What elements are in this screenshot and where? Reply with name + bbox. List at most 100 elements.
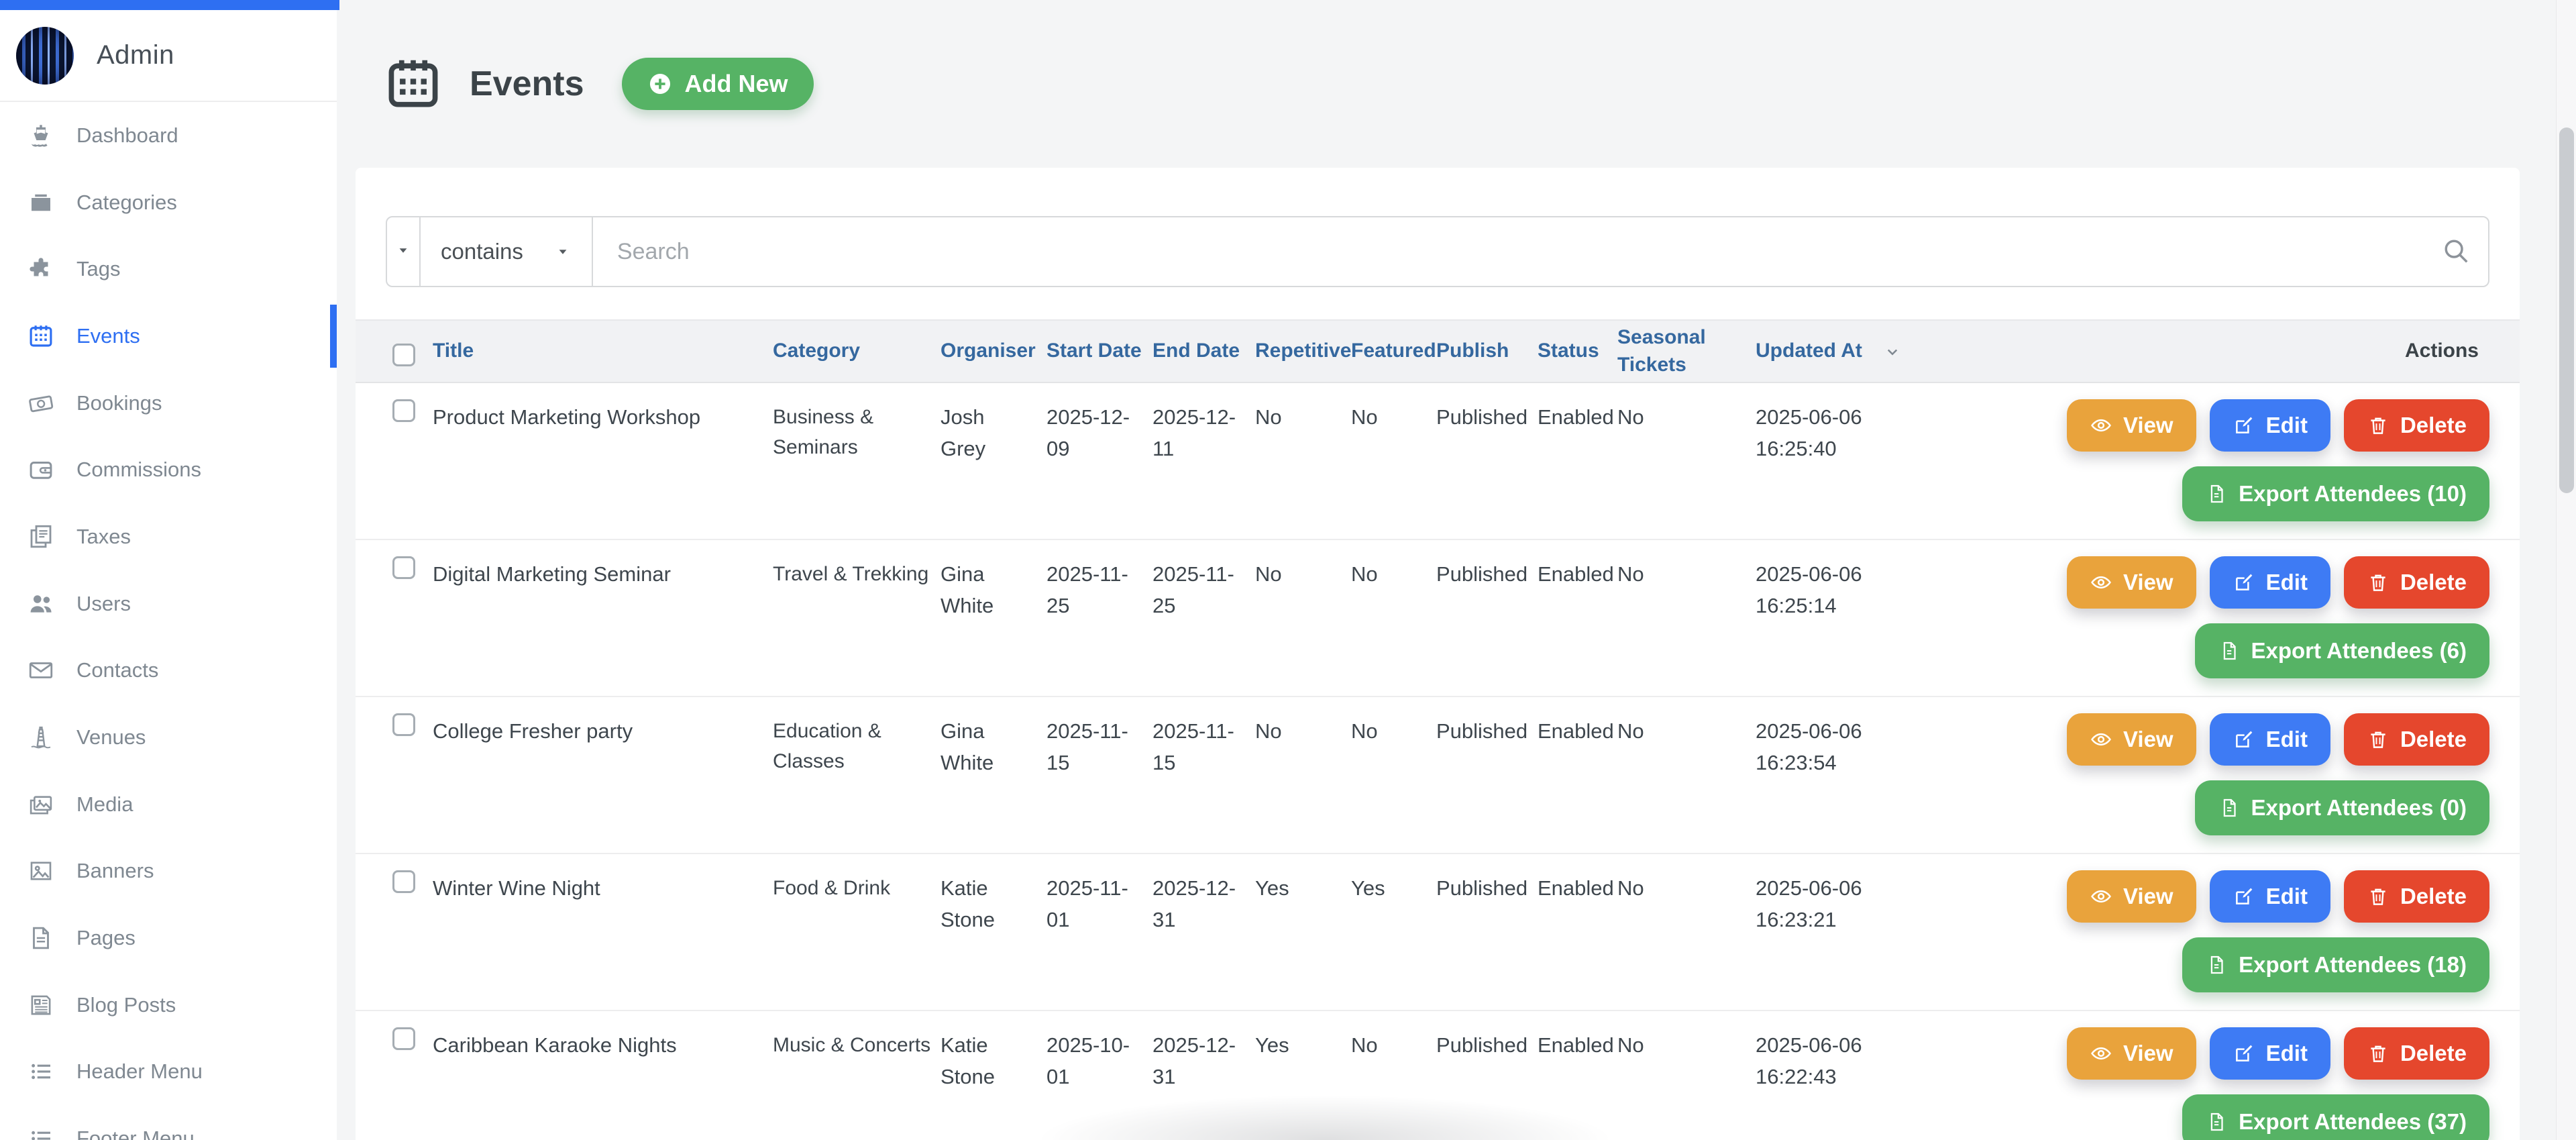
- cell-title: College Fresher party: [433, 697, 773, 747]
- row-checkbox[interactable]: [392, 556, 415, 579]
- edit-button[interactable]: Edit: [2210, 556, 2330, 609]
- cell-repetitive: No: [1255, 540, 1351, 590]
- file-export-icon: [2218, 639, 2241, 662]
- cell-featured: Yes: [1351, 854, 1436, 904]
- cell-updated-at: 2025-06-06 16:23:54: [1756, 697, 1923, 778]
- view-button[interactable]: View: [2067, 556, 2196, 609]
- col-status[interactable]: Status: [1538, 338, 1617, 365]
- sidebar-item-categories[interactable]: Categories: [0, 169, 337, 236]
- delete-button[interactable]: Delete: [2344, 1027, 2489, 1080]
- cell-actions: View Edit Delete: [1923, 1011, 2489, 1140]
- scrollbar-thumb[interactable]: [2559, 127, 2574, 493]
- edit-icon: [2233, 571, 2255, 594]
- view-button[interactable]: View: [2067, 870, 2196, 923]
- sidebar-item-media[interactable]: Media: [0, 771, 337, 838]
- sidebar-item-banners[interactable]: Banners: [0, 838, 337, 905]
- edit-button[interactable]: Edit: [2210, 870, 2330, 923]
- col-seasonal-tickets[interactable]: Seasonal Tickets: [1617, 324, 1756, 378]
- cell-seasonal-tickets: No: [1617, 854, 1756, 904]
- cell-organiser: Josh Grey: [941, 383, 1046, 464]
- trash-icon: [2367, 414, 2390, 437]
- filter-operator-select[interactable]: contains: [419, 217, 593, 286]
- view-button[interactable]: View: [2067, 713, 2196, 766]
- cell-featured: No: [1351, 697, 1436, 747]
- documents-icon: [25, 521, 56, 552]
- cell-updated-at: 2025-06-06 16:22:43: [1756, 1011, 1923, 1092]
- col-end-date[interactable]: End Date: [1152, 338, 1255, 365]
- view-button[interactable]: View: [2067, 1027, 2196, 1080]
- col-organiser[interactable]: Organiser: [941, 338, 1046, 365]
- sidebar-item-commissions[interactable]: Commissions: [0, 436, 337, 503]
- search-input[interactable]: [593, 239, 2424, 265]
- sidebar-nav: Dashboard Categories Tags Events Booking…: [0, 102, 337, 1140]
- view-button[interactable]: View: [2067, 399, 2196, 452]
- sidebar-item-tags[interactable]: Tags: [0, 236, 337, 303]
- page-icon: [25, 923, 56, 953]
- sidebar-item-contacts[interactable]: Contacts: [0, 637, 337, 705]
- ship-icon: [25, 120, 56, 151]
- avatar[interactable]: [16, 27, 74, 85]
- cell-end-date: 2025-11-15: [1152, 697, 1255, 778]
- list-icon: [25, 1056, 56, 1087]
- add-new-button[interactable]: Add New: [622, 58, 814, 110]
- scrollbar-track[interactable]: [2556, 0, 2576, 1140]
- col-start-date[interactable]: Start Date: [1046, 338, 1152, 365]
- row-checkbox[interactable]: [392, 713, 415, 736]
- edit-button[interactable]: Edit: [2210, 399, 2330, 452]
- sidebar-item-footer-menu[interactable]: Footer Menu: [0, 1105, 337, 1140]
- col-category[interactable]: Category: [773, 338, 941, 365]
- cell-actions: View Edit Delete: [1923, 383, 2489, 521]
- delete-button[interactable]: Delete: [2344, 399, 2489, 452]
- export-attendees-button[interactable]: Export Attendees (18): [2182, 937, 2489, 992]
- delete-button[interactable]: Delete: [2344, 713, 2489, 766]
- col-updated-at[interactable]: Updated At: [1756, 338, 1923, 365]
- export-attendees-button[interactable]: Export Attendees (37): [2182, 1094, 2489, 1140]
- col-title[interactable]: Title: [433, 338, 773, 365]
- cell-organiser: Gina White: [941, 540, 1046, 621]
- col-featured[interactable]: Featured: [1351, 338, 1436, 365]
- sidebar-item-venues[interactable]: Venues: [0, 704, 337, 771]
- col-publish[interactable]: Publish: [1436, 338, 1538, 365]
- export-attendees-button[interactable]: Export Attendees (6): [2195, 623, 2490, 678]
- row-checkbox[interactable]: [392, 399, 415, 422]
- newspaper-icon: [25, 990, 56, 1021]
- cell-category: Education & Classes: [773, 697, 941, 776]
- caret-down-icon: [394, 242, 412, 262]
- chevron-down-icon[interactable]: [1882, 342, 1902, 362]
- table-row: Caribbean Karaoke Nights Music & Concert…: [356, 1011, 2520, 1140]
- col-repetitive[interactable]: Repetitive: [1255, 338, 1351, 365]
- filter-field-select[interactable]: [387, 217, 419, 286]
- sidebar-item-dashboard[interactable]: Dashboard: [0, 102, 337, 169]
- photos-icon: [25, 789, 56, 820]
- table-row: College Fresher party Education & Classe…: [356, 697, 2520, 854]
- sidebar-item-header-menu[interactable]: Header Menu: [0, 1039, 337, 1106]
- sidebar-item-bookings[interactable]: Bookings: [0, 370, 337, 437]
- cell-organiser: Katie Stone: [941, 1011, 1046, 1092]
- sidebar-item-pages[interactable]: Pages: [0, 904, 337, 972]
- export-attendees-button[interactable]: Export Attendees (0): [2195, 780, 2490, 835]
- sidebar-item-blog-posts[interactable]: Blog Posts: [0, 972, 337, 1039]
- cell-title: Caribbean Karaoke Nights: [433, 1011, 773, 1061]
- edit-icon: [2233, 885, 2255, 908]
- cell-actions: View Edit Delete: [1923, 854, 2489, 992]
- cell-actions: View Edit Delete: [1923, 697, 2489, 835]
- search-button[interactable]: [2424, 217, 2488, 286]
- export-attendees-button[interactable]: Export Attendees (10): [2182, 466, 2489, 521]
- row-checkbox[interactable]: [392, 870, 415, 893]
- edit-button[interactable]: Edit: [2210, 713, 2330, 766]
- cell-updated-at: 2025-06-06 16:25:14: [1756, 540, 1923, 621]
- select-all-checkbox[interactable]: [392, 344, 415, 366]
- edit-button[interactable]: Edit: [2210, 1027, 2330, 1080]
- sidebar-item-events[interactable]: Events: [0, 303, 337, 370]
- cell-status: Enabled: [1538, 854, 1617, 904]
- row-checkbox[interactable]: [392, 1027, 415, 1050]
- cell-featured: No: [1351, 383, 1436, 433]
- sidebar-item-taxes[interactable]: Taxes: [0, 503, 337, 570]
- delete-button[interactable]: Delete: [2344, 556, 2489, 609]
- cell-end-date: 2025-12-31: [1152, 854, 1255, 935]
- cell-publish: Published: [1436, 697, 1538, 747]
- delete-button[interactable]: Delete: [2344, 870, 2489, 923]
- cell-repetitive: No: [1255, 383, 1351, 433]
- cell-category: Business & Seminars: [773, 383, 941, 462]
- sidebar-item-users[interactable]: Users: [0, 570, 337, 637]
